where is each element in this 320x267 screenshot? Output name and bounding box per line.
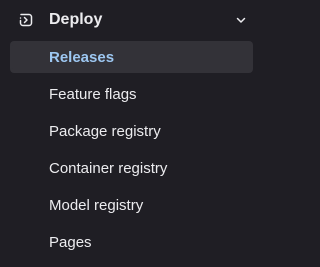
deploy-section-title: Deploy bbox=[49, 11, 103, 28]
sidebar-item-feature-flags[interactable]: Feature flags bbox=[10, 78, 253, 110]
deploy-icon bbox=[19, 13, 33, 27]
chevron-down-icon bbox=[236, 17, 246, 23]
sidebar-nav-deploy-section: Deploy Releases Feature flags Package re… bbox=[0, 0, 261, 267]
sidebar-item-container-registry[interactable]: Container registry bbox=[10, 152, 253, 184]
sidebar-item-label: Pages bbox=[49, 234, 92, 251]
sidebar-item-label: Releases bbox=[49, 49, 115, 66]
sidebar-item-releases[interactable]: Releases bbox=[10, 41, 253, 73]
sidebar-item-package-registry[interactable]: Package registry bbox=[10, 115, 253, 147]
sidebar-item-model-registry[interactable]: Model registry bbox=[10, 189, 253, 221]
sidebar-item-label: Model registry bbox=[49, 197, 144, 214]
deploy-section-toggle[interactable]: Deploy bbox=[8, 4, 253, 36]
sidebar-item-label: Package registry bbox=[49, 123, 161, 140]
sidebar-item-label: Feature flags bbox=[49, 86, 137, 103]
sidebar-item-label: Container registry bbox=[49, 160, 168, 177]
sidebar-item-pages[interactable]: Pages bbox=[10, 226, 253, 258]
